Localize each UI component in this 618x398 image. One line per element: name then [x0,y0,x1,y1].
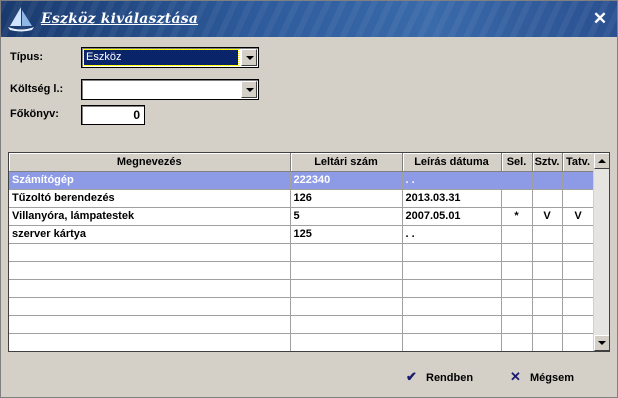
check-icon: ✔ [406,369,417,384]
cell-name: Tűzoltó berendezés [9,189,291,208]
empty-row[interactable] [9,315,595,334]
cost-combo-value [84,82,238,97]
cost-label: Költség l.: [10,83,64,95]
cell-name: Villanyóra, lámpatestek [9,207,291,226]
dialog-window: Eszköz kiválasztása ✕ Típus: Eszköz Költ… [0,0,618,398]
close-button[interactable]: ✕ [591,10,609,28]
cell-date: . . [402,171,502,190]
cell-sztv [532,171,563,190]
empty-row[interactable] [9,279,595,298]
vertical-scrollbar[interactable] [593,153,609,351]
table-header-row: Megnevezés Leltári szám Leírás dátuma Se… [9,153,595,172]
ok-button[interactable]: ✔ Rendben [406,367,473,387]
cancel-button[interactable]: ✕ Mégsem [510,367,574,387]
cell-tatv [562,225,595,244]
cell-date: . . [402,225,502,244]
cell-sztv: V [532,207,563,226]
column-header-sel[interactable]: Sel. [501,153,533,172]
table-row[interactable]: Villanyóra, lámpatestek 5 2007.05.01 * V… [9,207,595,226]
asset-table: Megnevezés Leltári szám Leírás dátuma Se… [9,153,595,351]
cell-sel: * [501,207,533,226]
cell-sztv [532,225,563,244]
cancel-button-label: Mégsem [530,372,575,384]
table-row[interactable]: Tűzoltó berendezés 126 2013.03.31 [9,189,595,208]
empty-row[interactable] [9,261,595,280]
cell-sel [501,189,533,208]
cell-sel [501,225,533,244]
cell-name: szerver kártya [9,225,291,244]
column-header-sztv[interactable]: Sztv. [532,153,563,172]
chevron-down-icon[interactable] [241,49,257,66]
cell-inventory: 222340 [290,171,403,190]
cell-sztv [532,189,563,208]
scroll-down-icon[interactable] [594,335,609,351]
table-row[interactable]: szerver kártya 125 . . [9,225,595,244]
type-label: Típus: [10,51,43,63]
type-combo-value: Eszköz [83,49,239,66]
x-icon: ✕ [510,369,521,384]
type-combo[interactable]: Eszköz [81,47,259,68]
ledger-label: Főkönyv: [10,108,59,120]
column-header-tatv[interactable]: Tatv. [562,153,595,172]
cell-inventory: 125 [290,225,403,244]
cell-inventory: 5 [290,207,403,226]
cell-date: 2013.03.31 [402,189,502,208]
column-header-inventory[interactable]: Leltári szám [290,153,403,172]
cost-combo[interactable] [81,79,259,100]
ledger-input[interactable]: 0 [81,105,145,125]
cell-tatv [562,171,595,190]
empty-row[interactable] [9,333,595,351]
cell-date: 2007.05.01 [402,207,502,226]
cell-tatv: V [562,207,595,226]
window-title: Eszköz kiválasztása [41,11,199,27]
cell-inventory: 126 [290,189,403,208]
chevron-down-icon[interactable] [241,81,257,98]
empty-row[interactable] [9,297,595,316]
scroll-up-icon[interactable] [594,153,609,169]
cell-name: Számítógép [9,171,291,190]
cell-tatv [562,189,595,208]
ok-button-label: Rendben [426,372,474,384]
cell-sel [501,171,533,190]
table-row[interactable]: Számítógép 222340 . . [9,171,595,190]
title-bar[interactable]: Eszköz kiválasztása ✕ [1,1,617,37]
column-header-date[interactable]: Leírás dátuma [402,153,502,172]
sailboat-logo-icon [8,7,34,32]
column-header-name[interactable]: Megnevezés [9,153,291,172]
asset-grid[interactable]: Megnevezés Leltári szám Leírás dátuma Se… [8,152,610,352]
empty-row[interactable] [9,243,595,262]
